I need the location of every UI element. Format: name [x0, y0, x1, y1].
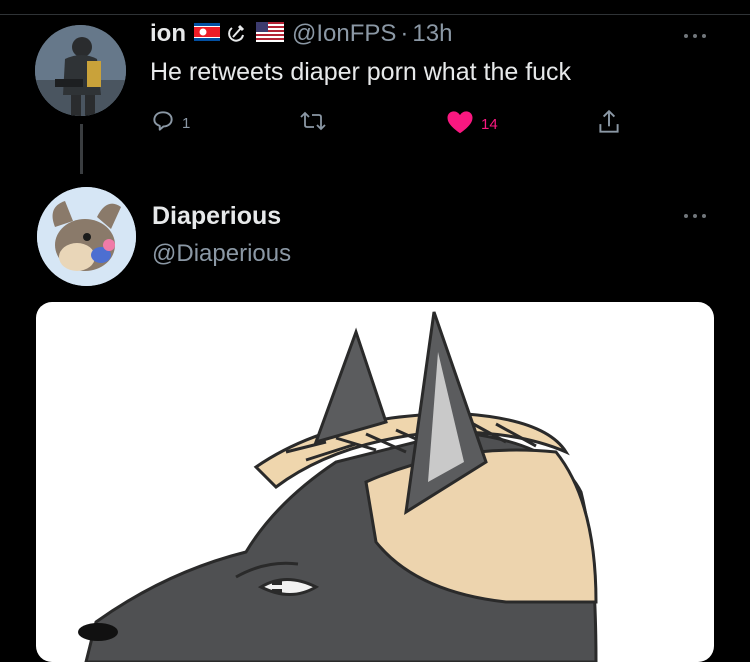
quoted-display-name[interactable]: Diaperious [152, 202, 281, 231]
reply-count: 1 [182, 115, 191, 132]
heart-icon [445, 108, 475, 141]
user-handle[interactable]: @IonFPS [292, 20, 396, 48]
reply-icon [150, 108, 176, 139]
retweet-icon [298, 108, 328, 139]
share-button[interactable] [596, 108, 622, 141]
hammer-sickle-icon [228, 22, 248, 47]
wolf-drawing-image [78, 311, 598, 662]
like-button[interactable]: 14 [445, 108, 498, 141]
tweet-header: ion @IonFPS · 13h [150, 14, 452, 54]
display-name[interactable]: ion [150, 20, 186, 48]
timestamp[interactable]: 13h [412, 20, 452, 48]
usa-flag-icon [256, 21, 284, 47]
more-options-icon[interactable] [684, 212, 710, 220]
share-icon [596, 108, 622, 141]
tweet-text: He retweets diaper porn what the fuck [150, 58, 572, 86]
more-options-icon[interactable] [684, 32, 710, 40]
quoted-user-handle[interactable]: @Diaperious [152, 240, 291, 268]
reply-button[interactable]: 1 [150, 108, 190, 139]
tweet-actions: 1 14 [150, 108, 630, 142]
retweet-button[interactable] [298, 108, 334, 139]
thread-connector-line [80, 124, 83, 174]
separator-dot: · [400, 20, 409, 47]
media-image[interactable] [36, 302, 714, 662]
avatar-ion[interactable] [35, 25, 126, 116]
north-korea-flag-icon [194, 22, 220, 46]
avatar-diaperious[interactable] [37, 187, 136, 286]
like-count: 14 [481, 116, 498, 133]
